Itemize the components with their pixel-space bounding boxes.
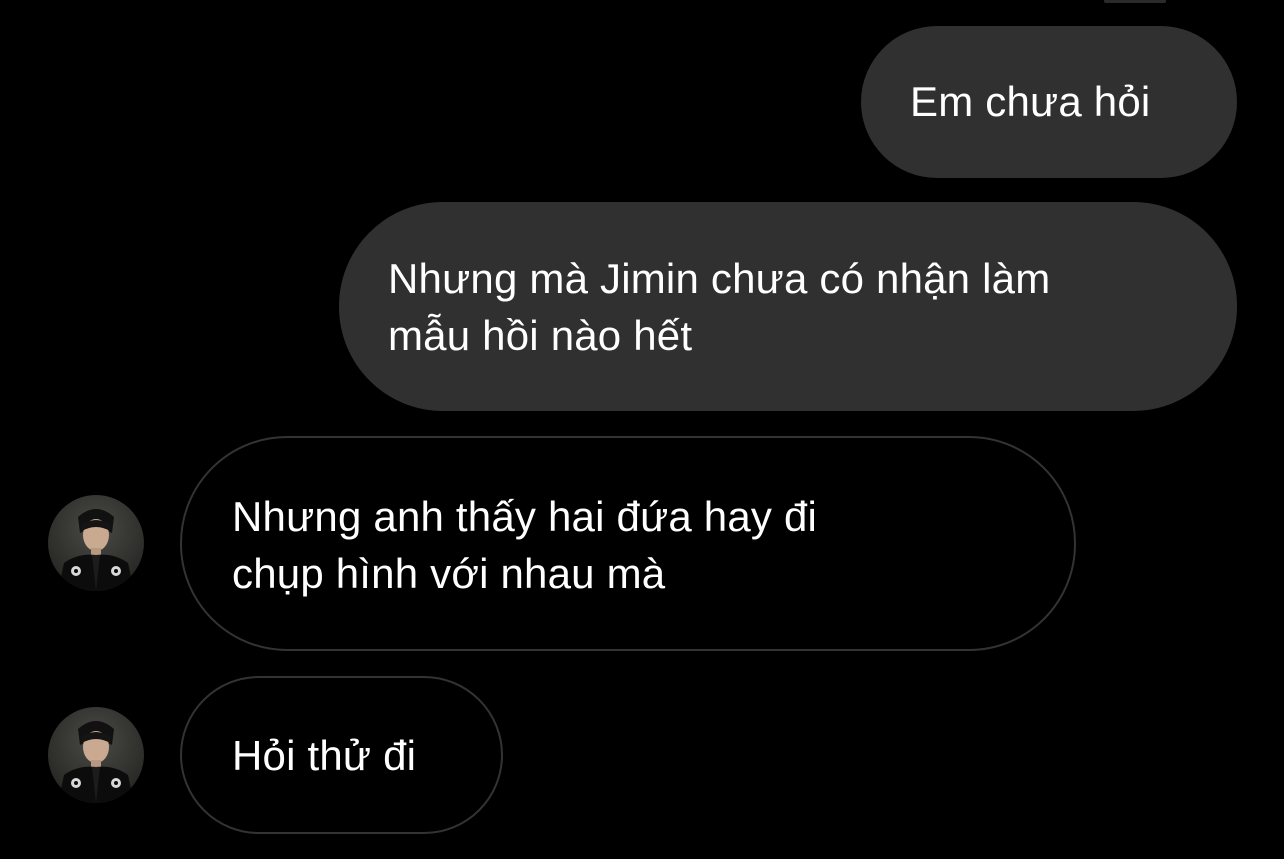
avatar-photo-icon bbox=[48, 495, 144, 591]
contact-avatar[interactable] bbox=[48, 707, 144, 803]
message-text: Nhưng mà Jimin chưa có nhận làm mẫu hồi … bbox=[388, 255, 1051, 359]
avatar-photo-icon bbox=[48, 707, 144, 803]
sent-message-bubble[interactable]: Em chưa hỏi bbox=[861, 26, 1237, 178]
previous-message-edge bbox=[1104, 0, 1166, 3]
sent-message-bubble[interactable]: Nhưng mà Jimin chưa có nhận làm mẫu hồi … bbox=[339, 202, 1237, 411]
contact-avatar[interactable] bbox=[48, 495, 144, 591]
message-text: Hỏi thử đi bbox=[232, 732, 417, 779]
message-text: Nhưng anh thấy hai đứa hay đi chụp hình … bbox=[232, 493, 818, 597]
received-message-bubble[interactable]: Hỏi thử đi bbox=[180, 676, 503, 834]
received-message-bubble[interactable]: Nhưng anh thấy hai đứa hay đi chụp hình … bbox=[180, 436, 1076, 651]
message-text: Em chưa hỏi bbox=[910, 78, 1151, 125]
